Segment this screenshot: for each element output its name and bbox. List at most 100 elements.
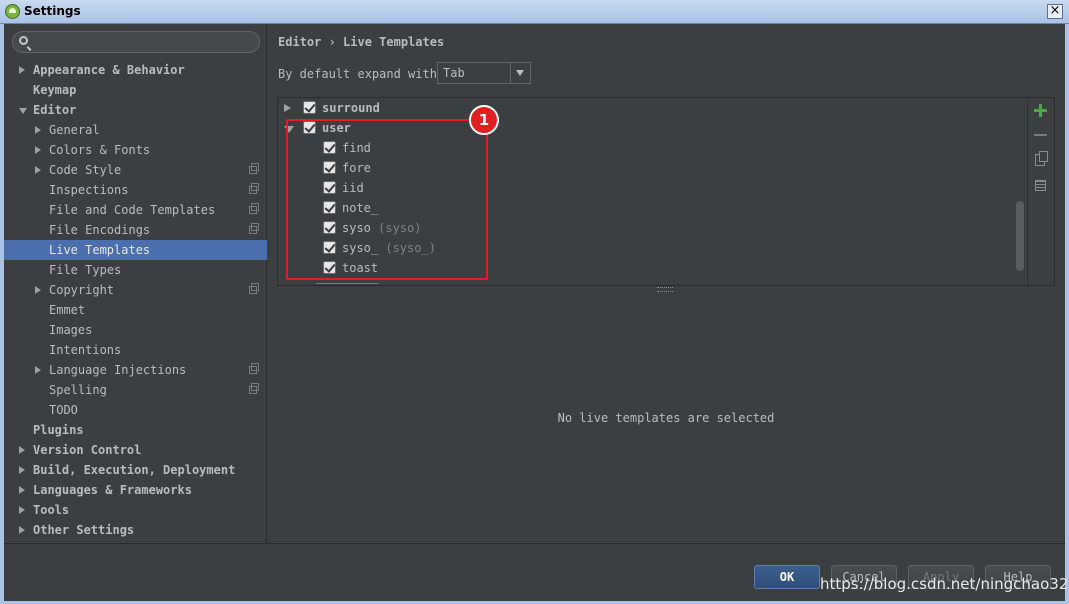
sidebar-item-appearance-behavior[interactable]: Appearance & Behavior [4,60,267,80]
sidebar-item-label: Appearance & Behavior [33,63,185,77]
breadcrumb: Editor › Live Templates [278,35,445,49]
template-abbreviation: surround [322,101,380,115]
sidebar-item-label: General [49,123,100,137]
templates-tree-panel: surround user find fore iid note_ syso (syso) s… [277,97,1055,286]
sidebar-item-label: Emmet [49,303,86,317]
project-settings-icon [249,203,259,214]
sidebar-item-file-encodings[interactable]: File Encodings [4,220,267,240]
restore-defaults-icon[interactable] [1035,180,1046,191]
expand-with-value: Tab [443,66,465,80]
sidebar-item-version-control[interactable]: Version Control [4,440,267,460]
android-studio-icon [5,4,20,19]
sidebar-item-copyright[interactable]: Copyright [4,280,267,300]
sidebar-item-tools[interactable]: Tools [4,500,267,520]
templates-toolbar [1027,98,1054,285]
chevron-right-icon[interactable] [284,104,291,112]
chevron-right-icon[interactable] [19,506,25,514]
search-input[interactable] [35,34,259,52]
expand-with-label: By default expand with [278,67,437,81]
sidebar-item-label: Intentions [49,343,122,357]
sidebar-item-file-types[interactable]: File Types [4,260,267,280]
sidebar-item-build-execution-deployment[interactable]: Build, Execution, Deployment [4,460,267,480]
sidebar-item-label: File and Code Templates [49,203,216,217]
sidebar-item-label: Live Templates [49,243,151,257]
sidebar-item-images[interactable]: Images [4,320,267,340]
sidebar-item-inspections[interactable]: Inspections [4,180,267,200]
partially-hidden-row [316,282,386,285]
sidebar-item-general[interactable]: General [4,120,267,140]
sidebar-item-emmet[interactable]: Emmet [4,300,267,320]
panel-splitter[interactable] [657,287,673,292]
template-group-row[interactable]: surround [278,98,1018,118]
chevron-down-icon [516,70,524,76]
add-icon[interactable] [1034,104,1047,117]
project-settings-icon [249,383,259,394]
empty-selection-message: No live templates are selected [557,411,775,425]
annotation-highlight-box [286,119,488,280]
chevron-right-icon[interactable] [35,126,41,134]
chevron-right-icon[interactable] [19,446,25,454]
sidebar-item-file-and-code-templates[interactable]: File and Code Templates [4,200,267,220]
watermark: https://blog.csdn.net/ningchao328 [820,575,1069,593]
annotation-badge: 1 [469,105,499,135]
sidebar-item-plugins[interactable]: Plugins [4,420,267,440]
chevron-down-icon[interactable] [19,108,27,114]
search-icon [19,36,28,45]
close-button[interactable]: × [1047,4,1063,19]
sidebar-item-label: Editor [33,103,77,117]
chevron-right-icon[interactable] [35,366,41,374]
title-bar: Settings × [0,0,1069,24]
sidebar-item-colors-fonts[interactable]: Colors & Fonts [4,140,267,160]
project-settings-icon [249,283,259,294]
sidebar-item-languages-frameworks[interactable]: Languages & Frameworks [4,480,267,500]
sidebar-item-label: Spelling [49,383,107,397]
project-settings-icon [249,363,259,374]
sidebar-item-keymap[interactable]: Keymap [4,80,267,100]
search-box[interactable] [12,31,260,53]
sidebar-item-label: Colors & Fonts [49,143,151,157]
window-title: Settings [24,4,81,18]
sidebar-item-live-templates[interactable]: Live Templates [4,240,267,260]
sidebar-item-label: Copyright [49,283,115,297]
sidebar-item-label: Keymap [33,83,77,97]
sidebar-item-todo[interactable]: TODO [4,400,267,420]
project-settings-icon [249,163,259,174]
ok-button[interactable]: OK [754,565,820,589]
sidebar-item-intentions[interactable]: Intentions [4,340,267,360]
copy-icon[interactable] [1035,151,1048,166]
settings-tree: Appearance & Behavior Keymap Editor General… [4,60,267,540]
sidebar-item-label: Other Settings [33,523,135,537]
chevron-right-icon[interactable] [35,146,41,154]
chevron-right-icon[interactable] [35,166,41,174]
remove-icon[interactable] [1034,134,1047,136]
chevron-right-icon[interactable] [19,466,25,474]
project-settings-icon [249,223,259,234]
chevron-right-icon[interactable] [19,526,25,534]
sidebar-item-label: TODO [49,403,78,417]
sidebar-item-language-injections[interactable]: Language Injections [4,360,267,380]
sidebar-item-label: Images [49,323,93,337]
chevron-right-icon[interactable] [19,486,25,494]
sidebar-item-spelling[interactable]: Spelling [4,380,267,400]
templates-scrollbar[interactable] [1016,201,1024,271]
window-frame-right [1065,24,1069,604]
sidebar-item-other-settings[interactable]: Other Settings [4,520,267,540]
select-divider [510,63,511,83]
live-templates-panel: Editor › Live Templates By default expan… [267,24,1065,543]
template-checkbox[interactable] [303,101,316,114]
sidebar-item-label: Build, Execution, Deployment [33,463,236,477]
sidebar-item-label: Code Style [49,163,122,177]
chevron-right-icon[interactable] [19,66,25,74]
sidebar-item-label: File Encodings [49,223,151,237]
expand-with-select[interactable]: Tab [437,62,531,84]
sidebar-item-label: Languages & Frameworks [33,483,192,497]
sidebar-item-label: Tools [33,503,70,517]
template-name: surround [322,98,380,118]
sidebar-item-editor[interactable]: Editor [4,100,267,120]
sidebar-item-label: Inspections [49,183,129,197]
sidebar-item-label: Language Injections [49,363,187,377]
project-settings-icon [249,183,259,194]
chevron-right-icon[interactable] [35,286,41,294]
sidebar-item-code-style[interactable]: Code Style [4,160,267,180]
settings-window: Settings × Appearance & Behavior Keymap Ed… [0,0,1069,604]
